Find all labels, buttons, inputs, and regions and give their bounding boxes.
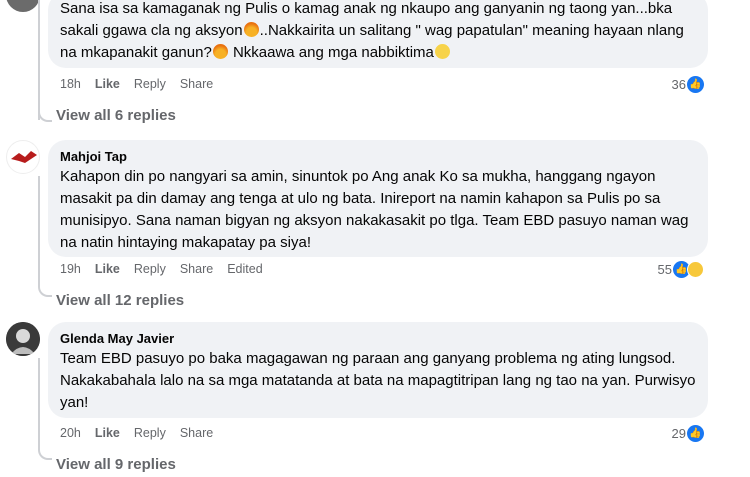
comment-author[interactable]: Glenda May Javier <box>60 330 696 347</box>
edited-label: Edited <box>227 262 263 276</box>
comment-actions: 18h Like Reply Share <box>60 77 213 91</box>
thread-line <box>38 358 40 448</box>
sad-reaction-icon <box>687 261 704 278</box>
avatar[interactable] <box>6 0 40 12</box>
reaction-count: 36 <box>671 77 686 92</box>
sad-emoji-icon <box>434 44 450 59</box>
reaction-summary[interactable]: 36 👍 <box>672 76 704 93</box>
comment-text: Team EBD pasuyo po baka magagawan ng par… <box>60 350 696 411</box>
avatar[interactable] <box>6 322 40 356</box>
view-replies-link[interactable]: View all 12 replies <box>56 292 184 309</box>
view-replies-link[interactable]: View all 9 replies <box>56 456 176 473</box>
avatar-photo-icon <box>6 322 40 356</box>
view-replies-link[interactable]: View all 6 replies <box>56 107 176 124</box>
reaction-summary[interactable]: 29 👍 <box>672 425 704 442</box>
angry-emoji-icon <box>212 44 228 59</box>
comment-time[interactable]: 19h <box>60 262 81 276</box>
like-reaction-icon: 👍 <box>687 76 704 93</box>
reply-button[interactable]: Reply <box>134 426 166 440</box>
reply-button[interactable]: Reply <box>134 262 166 276</box>
avatar[interactable] <box>6 140 40 174</box>
comment-bubble: Glenda May Javier Team EBD pasuyo po bak… <box>48 322 708 418</box>
comment-text: Kahapon din po nangyari sa amin, sinunto… <box>60 168 689 251</box>
avatar-logo-icon <box>11 151 37 163</box>
comment-text: Sana isa sa kamaganak ng Pulis o kamag a… <box>60 0 684 61</box>
like-button[interactable]: Like <box>95 77 120 91</box>
comment-time[interactable]: 18h <box>60 77 81 91</box>
thread-line <box>38 176 40 286</box>
share-button[interactable]: Share <box>180 426 213 440</box>
reaction-count: 55 <box>657 262 672 277</box>
reaction-count: 29 <box>671 426 686 441</box>
share-button[interactable]: Share <box>180 77 213 91</box>
comment-bubble: Sana isa sa kamaganak ng Pulis o kamag a… <box>48 0 708 68</box>
comment-actions: 19h Like Reply Share Edited <box>60 262 263 276</box>
thread-line-elbow <box>38 283 52 297</box>
comment-time[interactable]: 20h <box>60 426 81 440</box>
thread-line-elbow <box>38 108 52 122</box>
reaction-summary[interactable]: 55 👍 <box>658 261 704 278</box>
thread-line-elbow <box>38 446 52 460</box>
comment-bubble: Mahjoi Tap Kahapon din po nangyari sa am… <box>48 140 708 257</box>
like-button[interactable]: Like <box>95 262 120 276</box>
reply-button[interactable]: Reply <box>134 77 166 91</box>
comment-author[interactable]: Mahjoi Tap <box>60 148 696 165</box>
comment-actions: 20h Like Reply Share <box>60 426 213 440</box>
like-button[interactable]: Like <box>95 426 120 440</box>
like-reaction-icon: 👍 <box>687 425 704 442</box>
angry-emoji-icon <box>243 22 259 37</box>
share-button[interactable]: Share <box>180 262 213 276</box>
thread-line <box>38 0 40 120</box>
